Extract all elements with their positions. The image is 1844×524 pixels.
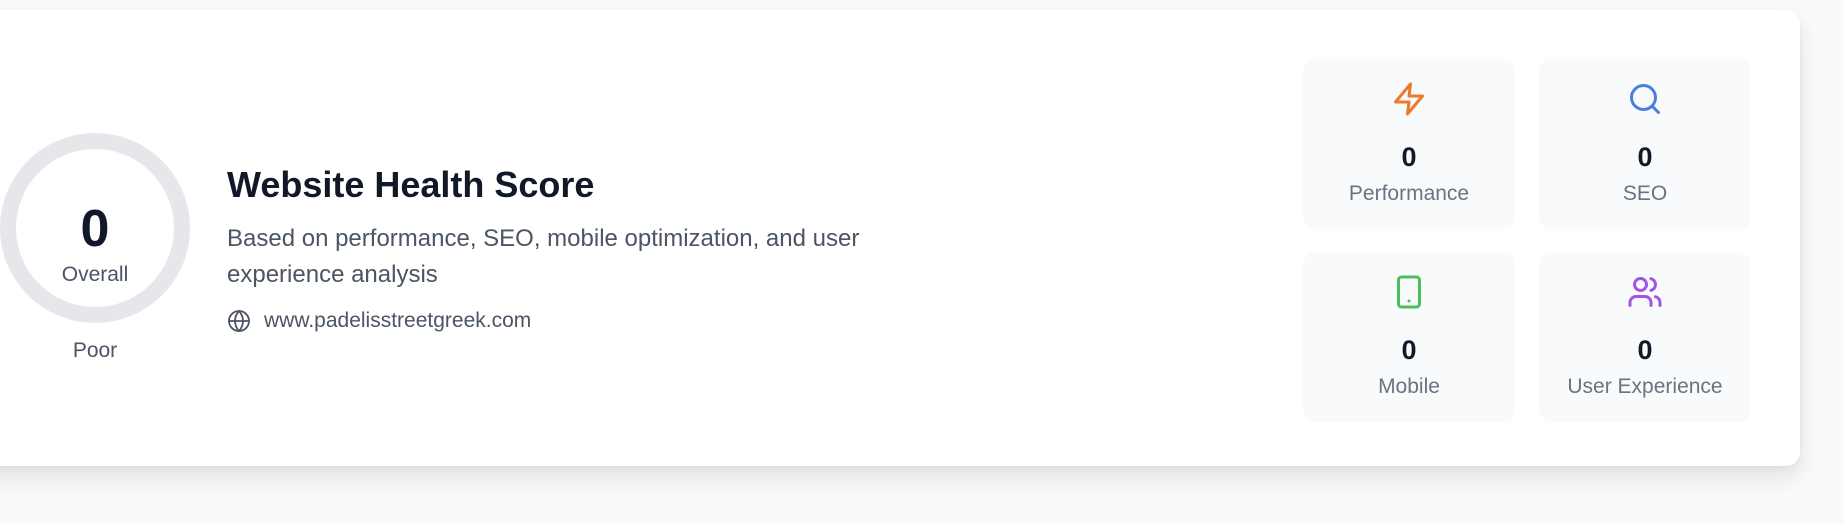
health-score-card: 0 Overall Poor Website Health Score Base… <box>0 10 1800 466</box>
smartphone-icon <box>1391 274 1427 310</box>
website-url: www.padelisstreetgreek.com <box>264 309 532 332</box>
metric-mobile-value: 0 <box>1401 335 1417 365</box>
overall-rating: Poor <box>72 339 118 362</box>
users-icon <box>1627 274 1663 310</box>
metric-user-experience: 0 User Experience <box>1539 252 1751 422</box>
score-description: Based on performance, SEO, mobile optimi… <box>227 225 860 288</box>
metric-performance: 0 Performance <box>1303 59 1515 229</box>
lightning-icon <box>1391 81 1427 117</box>
globe-icon <box>227 309 251 333</box>
metric-mobile: 0 Mobile <box>1303 252 1515 422</box>
website-url-row: www.padelisstreetgreek.com <box>227 306 531 336</box>
metric-seo-label: SEO <box>1622 182 1668 205</box>
metric-seo: 0 SEO <box>1539 59 1751 229</box>
metric-user-experience-label: User Experience <box>1567 375 1723 398</box>
search-icon <box>1627 81 1663 117</box>
overall-score-label: Overall <box>61 263 129 286</box>
metric-mobile-label: Mobile <box>1378 375 1440 398</box>
overall-score-ring: 0 Overall <box>0 133 190 323</box>
metric-user-experience-value: 0 <box>1637 335 1653 365</box>
metric-performance-value: 0 <box>1401 142 1417 172</box>
page-title: Website Health Score <box>227 164 595 205</box>
metric-seo-value: 0 <box>1637 142 1653 172</box>
metric-performance-label: Performance <box>1348 182 1470 205</box>
overall-score-value: 0 <box>80 200 110 258</box>
